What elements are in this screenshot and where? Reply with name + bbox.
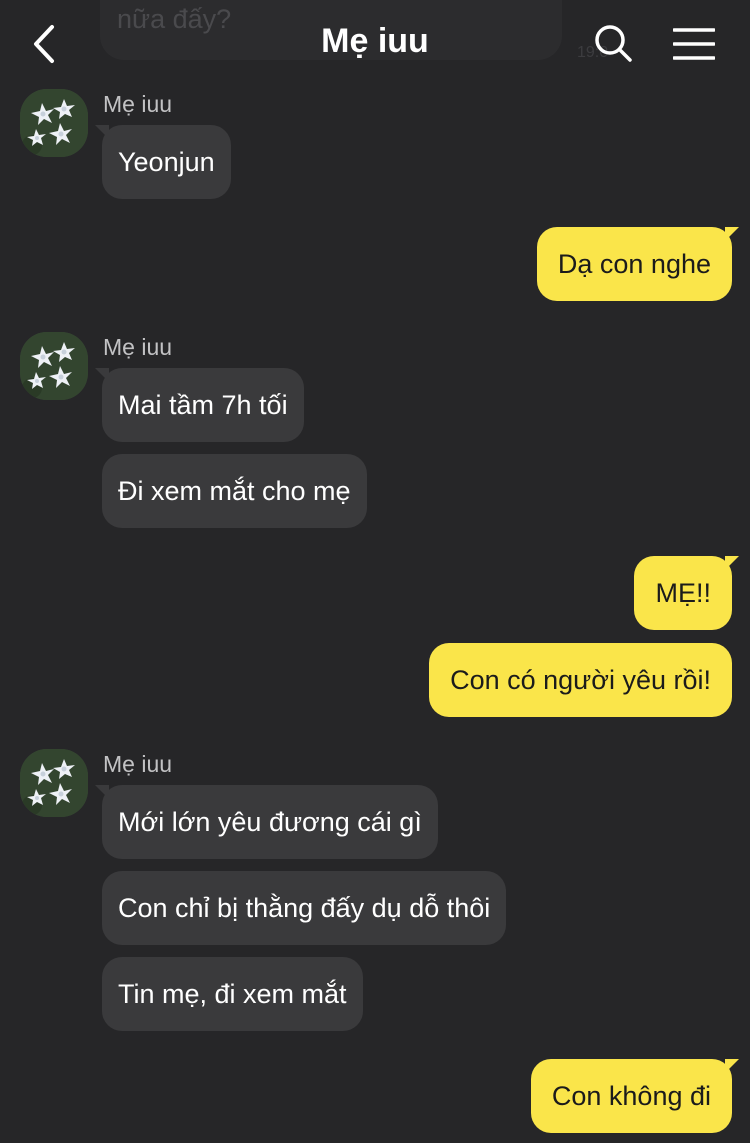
search-icon (595, 25, 632, 62)
outgoing-message[interactable]: Dạ con nghe (536, 227, 740, 301)
incoming-message[interactable]: Yeonjun (95, 125, 231, 199)
outgoing-message[interactable]: Con có người yêu rồi! (429, 643, 732, 717)
incoming-message[interactable]: Con chỉ bị thằng đấy dụ dỗ thôi (102, 871, 507, 945)
contact-avatar[interactable] (20, 89, 88, 157)
hamburger-menu-icon (673, 28, 715, 60)
menu-button[interactable] (670, 22, 718, 66)
sender-name: Mẹ iuu (103, 91, 173, 117)
incoming-message[interactable]: Đi xem mắt cho mẹ (102, 454, 367, 528)
incoming-message[interactable]: Mới lớn yêu đương cái gì (95, 785, 438, 859)
sender-name: Mẹ iuu (103, 334, 173, 360)
search-button[interactable] (590, 20, 636, 66)
outgoing-message[interactable]: MẸ!! (634, 556, 739, 630)
incoming-message[interactable]: Tin mẹ, đi xem mắt (102, 957, 363, 1031)
sender-name: Mẹ iuu (103, 751, 173, 777)
incoming-message[interactable]: Mai tầm 7h tối (95, 368, 304, 442)
contact-avatar[interactable] (20, 332, 88, 400)
chat-title: Mẹ iuu (321, 22, 429, 60)
outgoing-message[interactable]: Con không đi (530, 1059, 740, 1133)
chat-header: Mẹ iuu (0, 0, 750, 86)
contact-avatar[interactable] (20, 749, 88, 817)
